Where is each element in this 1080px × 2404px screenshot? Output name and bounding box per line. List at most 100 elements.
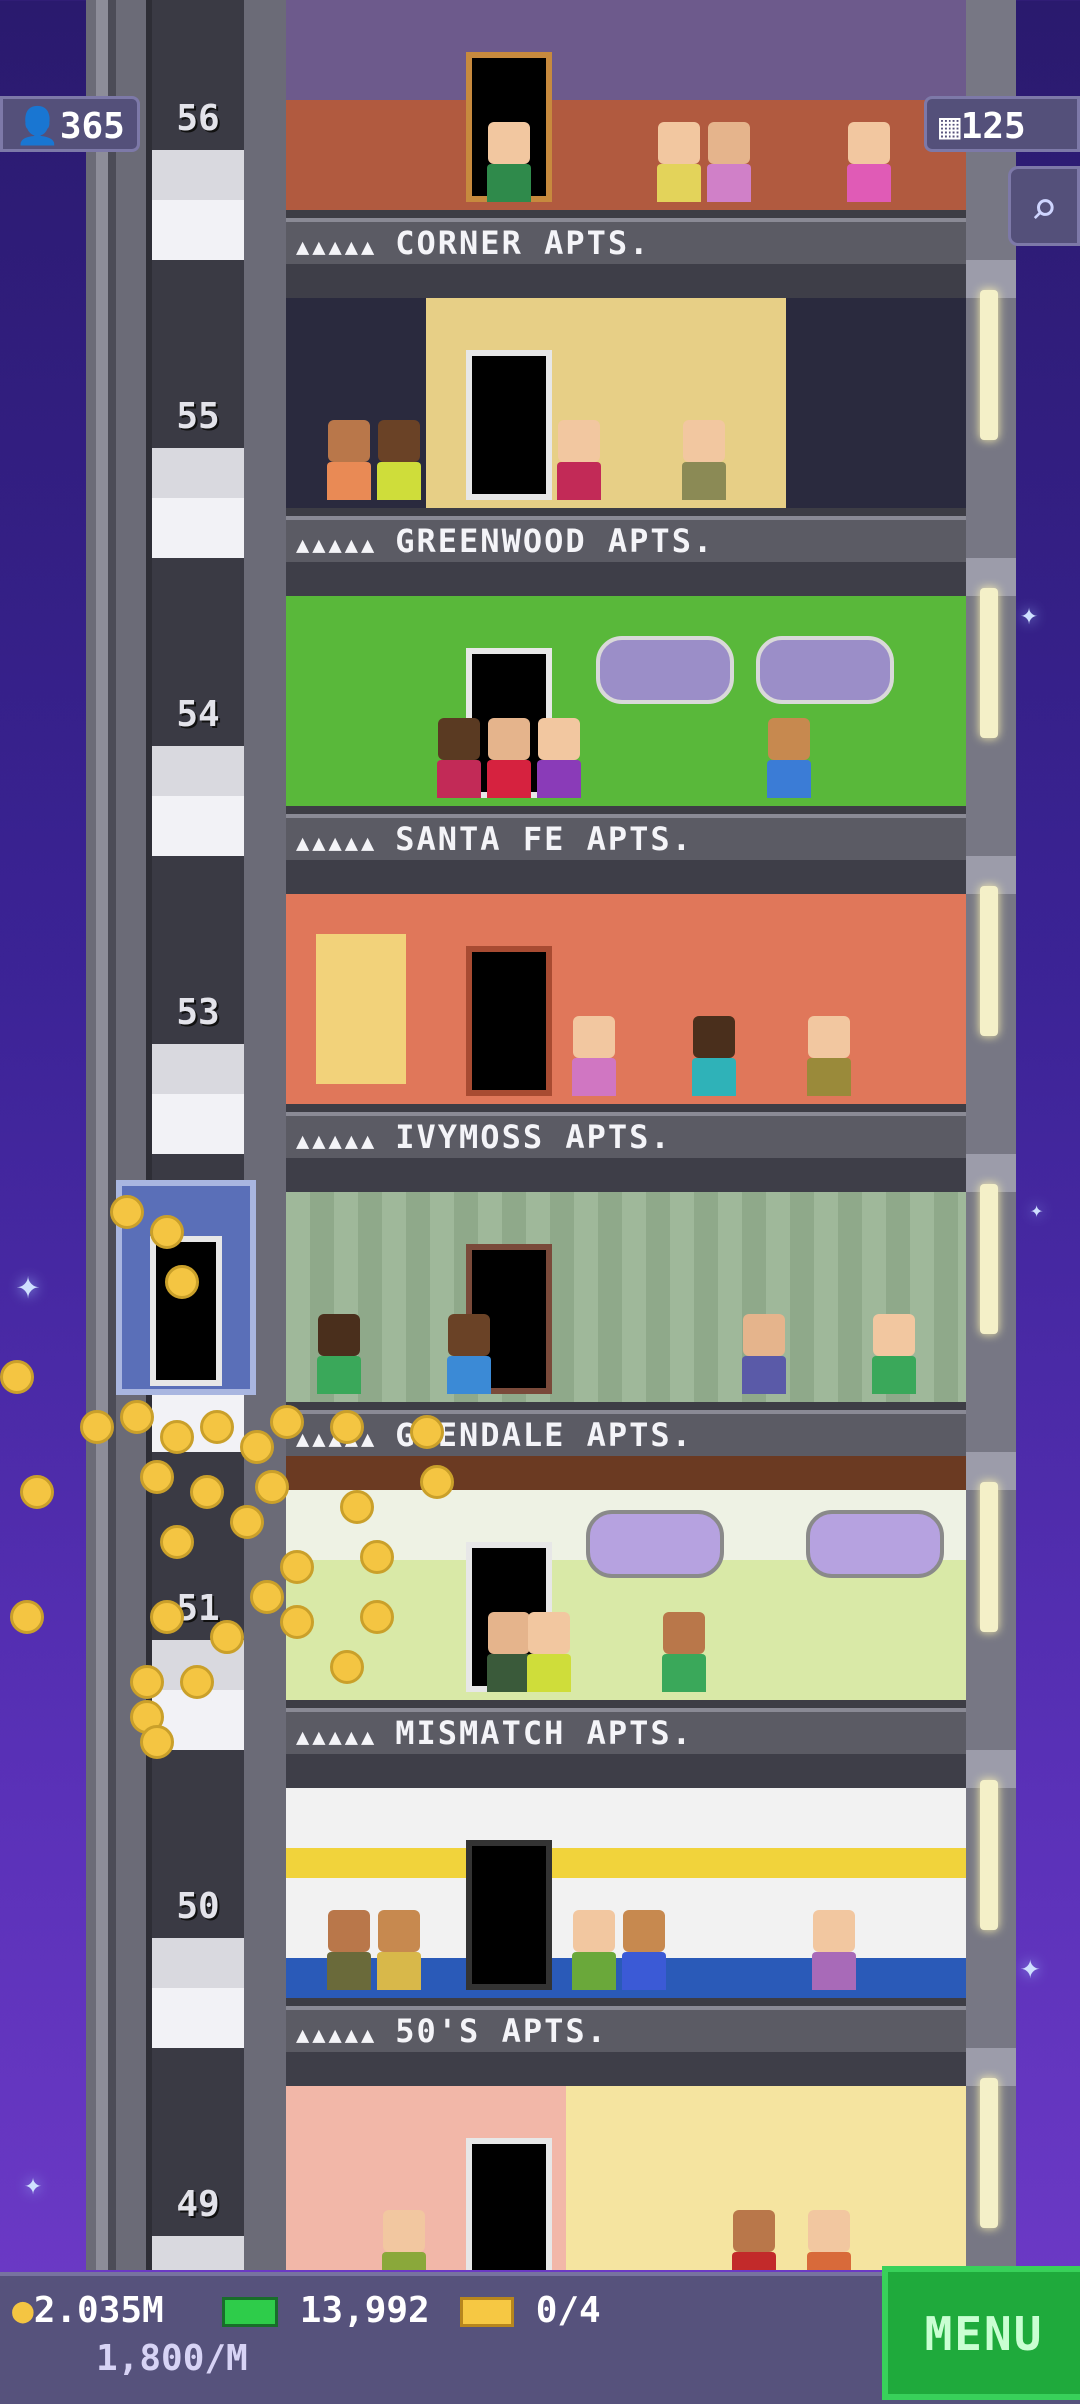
resident[interactable] (326, 420, 372, 500)
resident[interactable] (486, 718, 532, 798)
room-door (466, 1840, 552, 1990)
resident[interactable] (656, 122, 702, 202)
star-decoration: ✦ (1030, 1198, 1044, 1223)
tickets-display[interactable]: 0/4 (460, 2290, 601, 2331)
wall-rug (316, 934, 406, 1084)
elevator-door (150, 1236, 222, 1386)
coin-icon (360, 1540, 394, 1574)
coin-icon (410, 1415, 444, 1449)
resident[interactable] (526, 1612, 572, 1692)
population-counter[interactable]: 👤365 (0, 96, 140, 152)
floor-51[interactable]: ▲▲▲▲▲ MISMATCH APTS. (286, 1490, 966, 1788)
floor-name: SANTA FE APTS. (395, 820, 693, 858)
resident[interactable] (811, 1910, 857, 1990)
floor-54[interactable]: ▲▲▲▲▲ SANTA FE APTS. (286, 596, 966, 894)
room (286, 894, 966, 1112)
resident[interactable] (846, 122, 892, 202)
coin-icon (10, 1600, 44, 1634)
window-light (980, 886, 998, 1036)
floor-name: IVYMOSS APTS. (395, 1118, 672, 1156)
elevator-shaft: 56 55 54 53 51 50 49 (86, 0, 286, 2270)
income-rate: 1,800/M (96, 2338, 248, 2379)
rating-stars: ▲▲▲▲▲ (296, 1129, 378, 1154)
floor-nameplate: ▲▲▲▲▲ 50'S APTS. (286, 2006, 966, 2052)
resident[interactable] (621, 1910, 667, 1990)
star-decoration: ✦ (24, 2167, 43, 2202)
resident[interactable] (436, 718, 482, 798)
resident[interactable] (571, 1910, 617, 1990)
resident[interactable] (326, 1910, 372, 1990)
rating-stars: ▲▲▲▲▲ (296, 235, 378, 260)
resident[interactable] (486, 122, 532, 202)
resident[interactable] (316, 1314, 362, 1394)
resident[interactable] (871, 1314, 917, 1394)
bux-display[interactable]: 13,992 (222, 2290, 430, 2331)
room-door (466, 2138, 552, 2270)
window-light (980, 1482, 998, 1632)
room (286, 0, 966, 218)
resident[interactable] (691, 1016, 737, 1096)
star-decoration: ✦ (1020, 597, 1039, 632)
resident[interactable] (741, 1314, 787, 1394)
resident[interactable] (731, 2210, 777, 2270)
coin-icon (280, 1605, 314, 1639)
search-button[interactable]: ⌕ (1008, 166, 1080, 246)
coin-icon (140, 1460, 174, 1494)
coin-icon (255, 1470, 289, 1504)
floor-53[interactable]: ▲▲▲▲▲ IVYMOSS APTS. (286, 894, 966, 1192)
coin-icon (420, 1465, 454, 1499)
resident[interactable] (556, 420, 602, 500)
rating-stars: ▲▲▲▲▲ (296, 533, 378, 558)
tower-right-column (966, 0, 1016, 2270)
room (286, 1192, 966, 1410)
resident[interactable] (706, 122, 752, 202)
coin-icon (150, 1215, 184, 1249)
shaft-number: 49 (176, 2184, 220, 2225)
room (286, 2086, 966, 2270)
resident[interactable] (661, 1612, 707, 1692)
resident[interactable] (381, 2210, 427, 2270)
floor-55[interactable]: ▲▲▲▲▲ GREENWOOD APTS. (286, 298, 966, 596)
resident[interactable] (376, 420, 422, 500)
resident[interactable] (446, 1314, 492, 1394)
floor-56[interactable]: ▲▲▲▲▲ CORNER APTS. (286, 0, 966, 298)
shaft-number: 53 (176, 992, 220, 1033)
resident[interactable] (806, 1016, 852, 1096)
shaft-number: 56 (176, 98, 220, 139)
coin-icon (140, 1725, 174, 1759)
coin-icon (165, 1265, 199, 1299)
room-window (756, 636, 894, 704)
resident[interactable] (681, 420, 727, 500)
coin-icon (270, 1405, 304, 1439)
room-door (466, 946, 552, 1096)
floor-name: MISMATCH APTS. (395, 1714, 693, 1752)
menu-button[interactable]: MENU (882, 2266, 1080, 2400)
room (286, 298, 966, 516)
resident[interactable] (376, 1910, 422, 1990)
rating-stars: ▲▲▲▲▲ (296, 2023, 378, 2048)
shaft-number: 50 (176, 1886, 220, 1927)
coins-display[interactable]: ●2.035M (12, 2290, 164, 2331)
floor-divider (286, 860, 966, 894)
resident[interactable] (806, 2210, 852, 2270)
menu-label: MENU (924, 2307, 1044, 2361)
window-light (980, 290, 998, 440)
floor-50[interactable]: ▲▲▲▲▲ 50'S APTS. (286, 1788, 966, 2086)
floor-name: GREENWOOD APTS. (395, 522, 715, 560)
floor-counter[interactable]: ▦125 (924, 96, 1080, 152)
resident[interactable] (571, 1016, 617, 1096)
floor-nameplate: ▲▲▲▲▲ GREENWOOD APTS. (286, 516, 966, 562)
window-light (980, 588, 998, 738)
resident[interactable] (766, 718, 812, 798)
floor-49[interactable] (286, 2086, 966, 2270)
resident[interactable] (536, 718, 582, 798)
magnifier-icon: ⌕ (1030, 181, 1058, 235)
tower: 56 55 54 53 51 50 49 ▲▲▲▲▲ CORNER APTS. (86, 0, 1016, 2270)
tickets-value: 0/4 (535, 2290, 601, 2331)
shaft-inner (152, 0, 244, 2270)
coin-icon (0, 1360, 34, 1394)
bux-value: 13,992 (299, 2290, 430, 2331)
coin-icon (190, 1475, 224, 1509)
floor-52[interactable]: ▲▲▲▲▲GLENDALE APTS. (286, 1192, 966, 1490)
floor-nameplate: ▲▲▲▲▲ SANTA FE APTS. (286, 814, 966, 860)
